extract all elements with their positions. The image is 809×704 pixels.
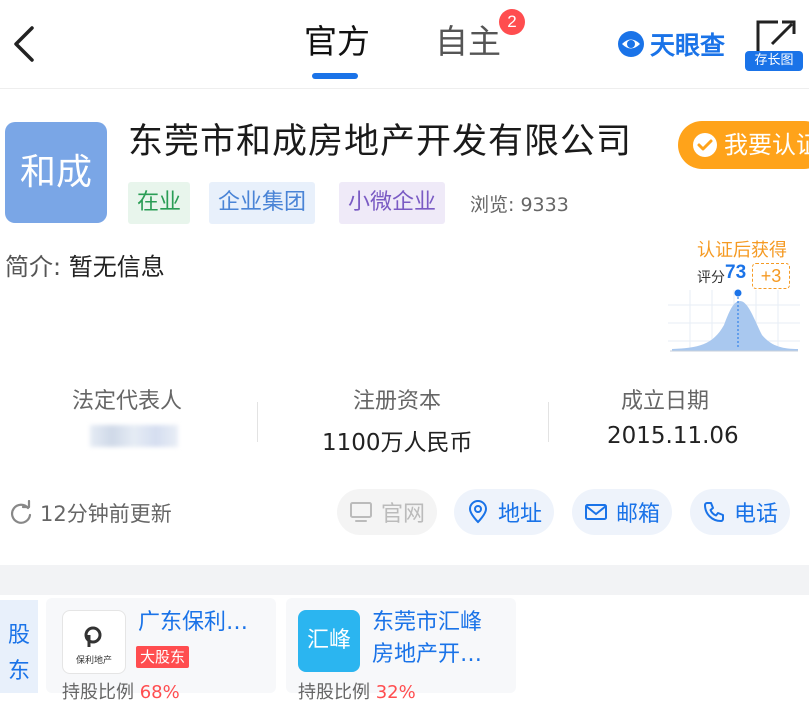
- shareholder-name-line2[interactable]: 房地产开…: [372, 640, 482, 670]
- email-label: 邮箱: [616, 502, 661, 527]
- tianyancha-eye-icon: [618, 31, 644, 57]
- legal-rep-label: 法定代表人: [72, 389, 183, 414]
- registered-capital-label: 注册资本: [353, 389, 442, 414]
- group-tag[interactable]: 企业集团: [209, 182, 316, 224]
- address-label: 地址: [498, 502, 543, 527]
- verified-shield-icon: [693, 133, 717, 157]
- shareholder-name[interactable]: 广东保利…: [138, 608, 248, 638]
- shareholder-logo: 保利地产: [62, 610, 126, 674]
- shareholders-section-label[interactable]: 股东: [0, 600, 38, 693]
- tab-self[interactable]: 自主: [435, 20, 501, 64]
- address-button[interactable]: 地址: [454, 489, 555, 535]
- phone-label: 电话: [734, 502, 779, 527]
- size-tag[interactable]: 小微企业: [339, 182, 446, 224]
- score-label: 评分: [697, 270, 725, 286]
- phone-icon: [704, 502, 724, 522]
- shareholder-card[interactable]: 汇峰 东莞市汇峰 房地产开… 持股比例 32%: [286, 598, 516, 703]
- location-icon: [468, 500, 488, 524]
- views-value: 9333: [520, 194, 569, 216]
- verify-button[interactable]: 我要认证: [678, 121, 809, 169]
- website-button[interactable]: 官网: [337, 489, 438, 535]
- score-title: 认证后获得: [697, 240, 787, 261]
- website-label: 官网: [381, 502, 426, 527]
- refresh-icon: [10, 500, 32, 524]
- phone-button[interactable]: 电话: [690, 489, 791, 535]
- mail-icon: [585, 504, 607, 520]
- distribution-curve: [672, 301, 798, 351]
- shareholder-card[interactable]: 保利地产 广东保利… 大股东 持股比例 68%: [46, 598, 276, 703]
- major-shareholder-tag: 大股东: [136, 646, 190, 668]
- shareholding-ratio: 持股比例 68%: [62, 678, 180, 704]
- company-name: 东莞市和成房地产开发有限公司: [128, 122, 633, 162]
- shareholder-logo: 汇峰: [298, 610, 360, 672]
- company-intro: 简介: 暂无信息: [5, 247, 165, 282]
- company-logo: 和成: [5, 122, 107, 223]
- brand-logo: 天眼查: [616, 24, 725, 64]
- back-arrow-icon[interactable]: [6, 20, 46, 68]
- update-status[interactable]: 12分钟前更新: [8, 498, 172, 528]
- notification-badge: 2: [499, 9, 525, 35]
- update-text: 12分钟前更新: [40, 502, 172, 526]
- founding-date-label: 成立日期: [621, 389, 710, 414]
- active-tab-indicator: [312, 73, 358, 79]
- status-tag: 在业: [128, 182, 191, 224]
- stat-divider: [257, 402, 258, 442]
- legal-rep-name-blurred[interactable]: [90, 425, 178, 447]
- intro-label: 简介:: [5, 253, 62, 281]
- section-separator: [0, 565, 809, 595]
- score-value: 73: [725, 262, 747, 283]
- shareholding-ratio: 持股比例 32%: [298, 678, 416, 704]
- score-marker-dot: [734, 289, 742, 297]
- tab-official[interactable]: 官方: [304, 20, 370, 64]
- top-nav-bar: 官方 自主 2 天眼查 存长图: [0, 0, 809, 89]
- shareholder-name-line1[interactable]: 东莞市汇峰: [372, 608, 482, 638]
- views-label: 浏览:: [470, 194, 515, 216]
- score-distribution-chart[interactable]: [668, 285, 800, 361]
- verify-label: 我要认证: [724, 131, 809, 159]
- monitor-icon: [350, 502, 372, 522]
- email-button[interactable]: 邮箱: [572, 489, 673, 535]
- registered-capital-value: 1100万人民币: [322, 430, 473, 456]
- founding-date-value: 2015.11.06: [607, 423, 739, 449]
- save-long-image-button[interactable]: 存长图: [745, 51, 803, 71]
- stat-divider: [548, 402, 549, 442]
- view-count: 浏览: 9333: [470, 190, 569, 217]
- brand-name: 天眼查: [650, 32, 726, 60]
- shareholder-logo-text: 保利地产: [75, 656, 112, 666]
- intro-value: 暂无信息: [68, 253, 165, 281]
